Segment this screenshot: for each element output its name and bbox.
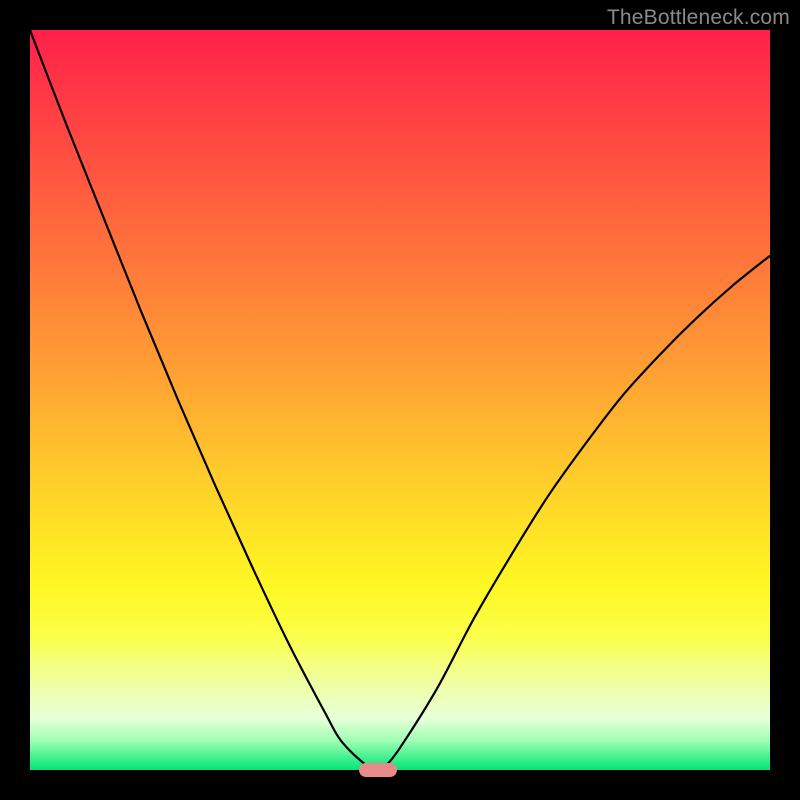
optimum-marker xyxy=(359,763,397,777)
plot-area xyxy=(30,30,770,770)
chart-container: TheBottleneck.com xyxy=(0,0,800,800)
watermark-text: TheBottleneck.com xyxy=(607,6,790,30)
curve-svg xyxy=(30,30,770,770)
bottleneck-curve xyxy=(30,30,770,770)
